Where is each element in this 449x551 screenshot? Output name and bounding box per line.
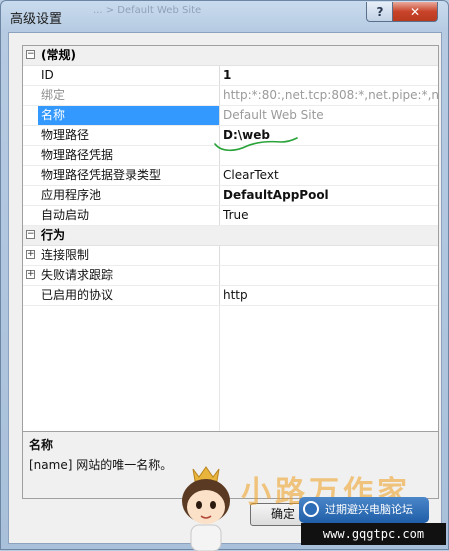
collapse-icon[interactable]: − [26,230,35,239]
property-row-name[interactable]: 名称 Default Web Site [23,106,438,126]
annotation-underline [214,137,298,152]
property-value: http [223,288,248,302]
property-value[interactable]: Default Web Site [223,106,438,125]
description-text: [name] 网站的唯一名称。 [29,458,173,472]
category-label: 行为 [41,228,66,242]
property-value: 1 [223,68,232,82]
titlebar[interactable]: 高级设置 ... > Default Web Site ? ✕ [1,1,448,33]
property-name: 已启用的协议 [41,288,114,302]
property-name: ID [41,68,54,82]
property-name: 物理路径凭据 [41,148,114,162]
property-name: 物理路径 [41,128,90,142]
collapse-icon[interactable]: − [26,50,35,59]
close-icon: ✕ [409,4,421,19]
window-title: 高级设置 [10,12,63,27]
property-row-auto-start[interactable]: 自动启动 True [23,206,438,226]
property-value: True [223,208,249,222]
row-divider [219,106,220,125]
row-divider [219,186,220,205]
help-icon: ? [376,4,384,19]
expand-icon[interactable]: + [26,250,35,259]
category-label: (常规) [41,48,76,62]
row-divider [219,266,220,285]
property-value: ClearText [223,168,279,182]
property-name: 名称 [38,106,219,125]
forum-logo-icon [303,501,319,517]
close-button[interactable]: ✕ [392,2,438,22]
forum-badge: 过期避兴电脑论坛 [299,497,429,523]
category-general[interactable]: − (常规) [23,46,438,66]
property-row-id[interactable]: ID 1 [23,66,438,86]
property-grid[interactable]: − (常规) ID 1 绑定 http:*:80:,net.tcp:808:*,… [22,45,439,454]
description-title: 名称 [29,438,54,452]
property-name: 应用程序池 [41,188,102,202]
property-row-logon-type[interactable]: 物理路径凭据登录类型 ClearText [23,166,438,186]
row-divider [219,166,220,185]
property-row-connection-limits[interactable]: + 连接限制 [23,246,438,266]
site-watermark: www.gqgtpc.com [301,523,446,545]
property-name: 自动启动 [41,208,90,222]
row-divider [219,86,220,105]
row-divider [219,66,220,85]
expand-icon[interactable]: + [26,270,35,279]
property-row-failed-request-tracing[interactable]: + 失败请求跟踪 [23,266,438,286]
property-row-app-pool[interactable]: 应用程序池 DefaultAppPool [23,186,438,206]
advanced-settings-window: 高级设置 ... > Default Web Site ? ✕ − (常规) I… [0,0,449,551]
property-name: 连接限制 [41,248,90,262]
property-value: http:*:80:,net.tcp:808:*,net.pipe:*,net.… [223,88,439,102]
property-value: DefaultAppPool [223,188,329,202]
mascot-watermark-icon [182,466,230,551]
property-row-bindings[interactable]: 绑定 http:*:80:,net.tcp:808:*,net.pipe:*,n… [23,86,438,106]
background-window-title: ... > Default Web Site [93,5,202,16]
property-name: 绑定 [41,88,66,102]
property-name: 失败请求跟踪 [41,268,114,282]
row-divider [219,206,220,225]
help-button[interactable]: ? [366,2,394,22]
property-row-enabled-protocols[interactable]: 已启用的协议 http [23,286,438,306]
category-behavior[interactable]: − 行为 [23,226,438,246]
row-divider [219,246,220,265]
forum-badge-label: 过期避兴电脑论坛 [325,503,413,516]
row-divider [219,286,220,305]
property-name: 物理路径凭据登录类型 [41,168,162,182]
